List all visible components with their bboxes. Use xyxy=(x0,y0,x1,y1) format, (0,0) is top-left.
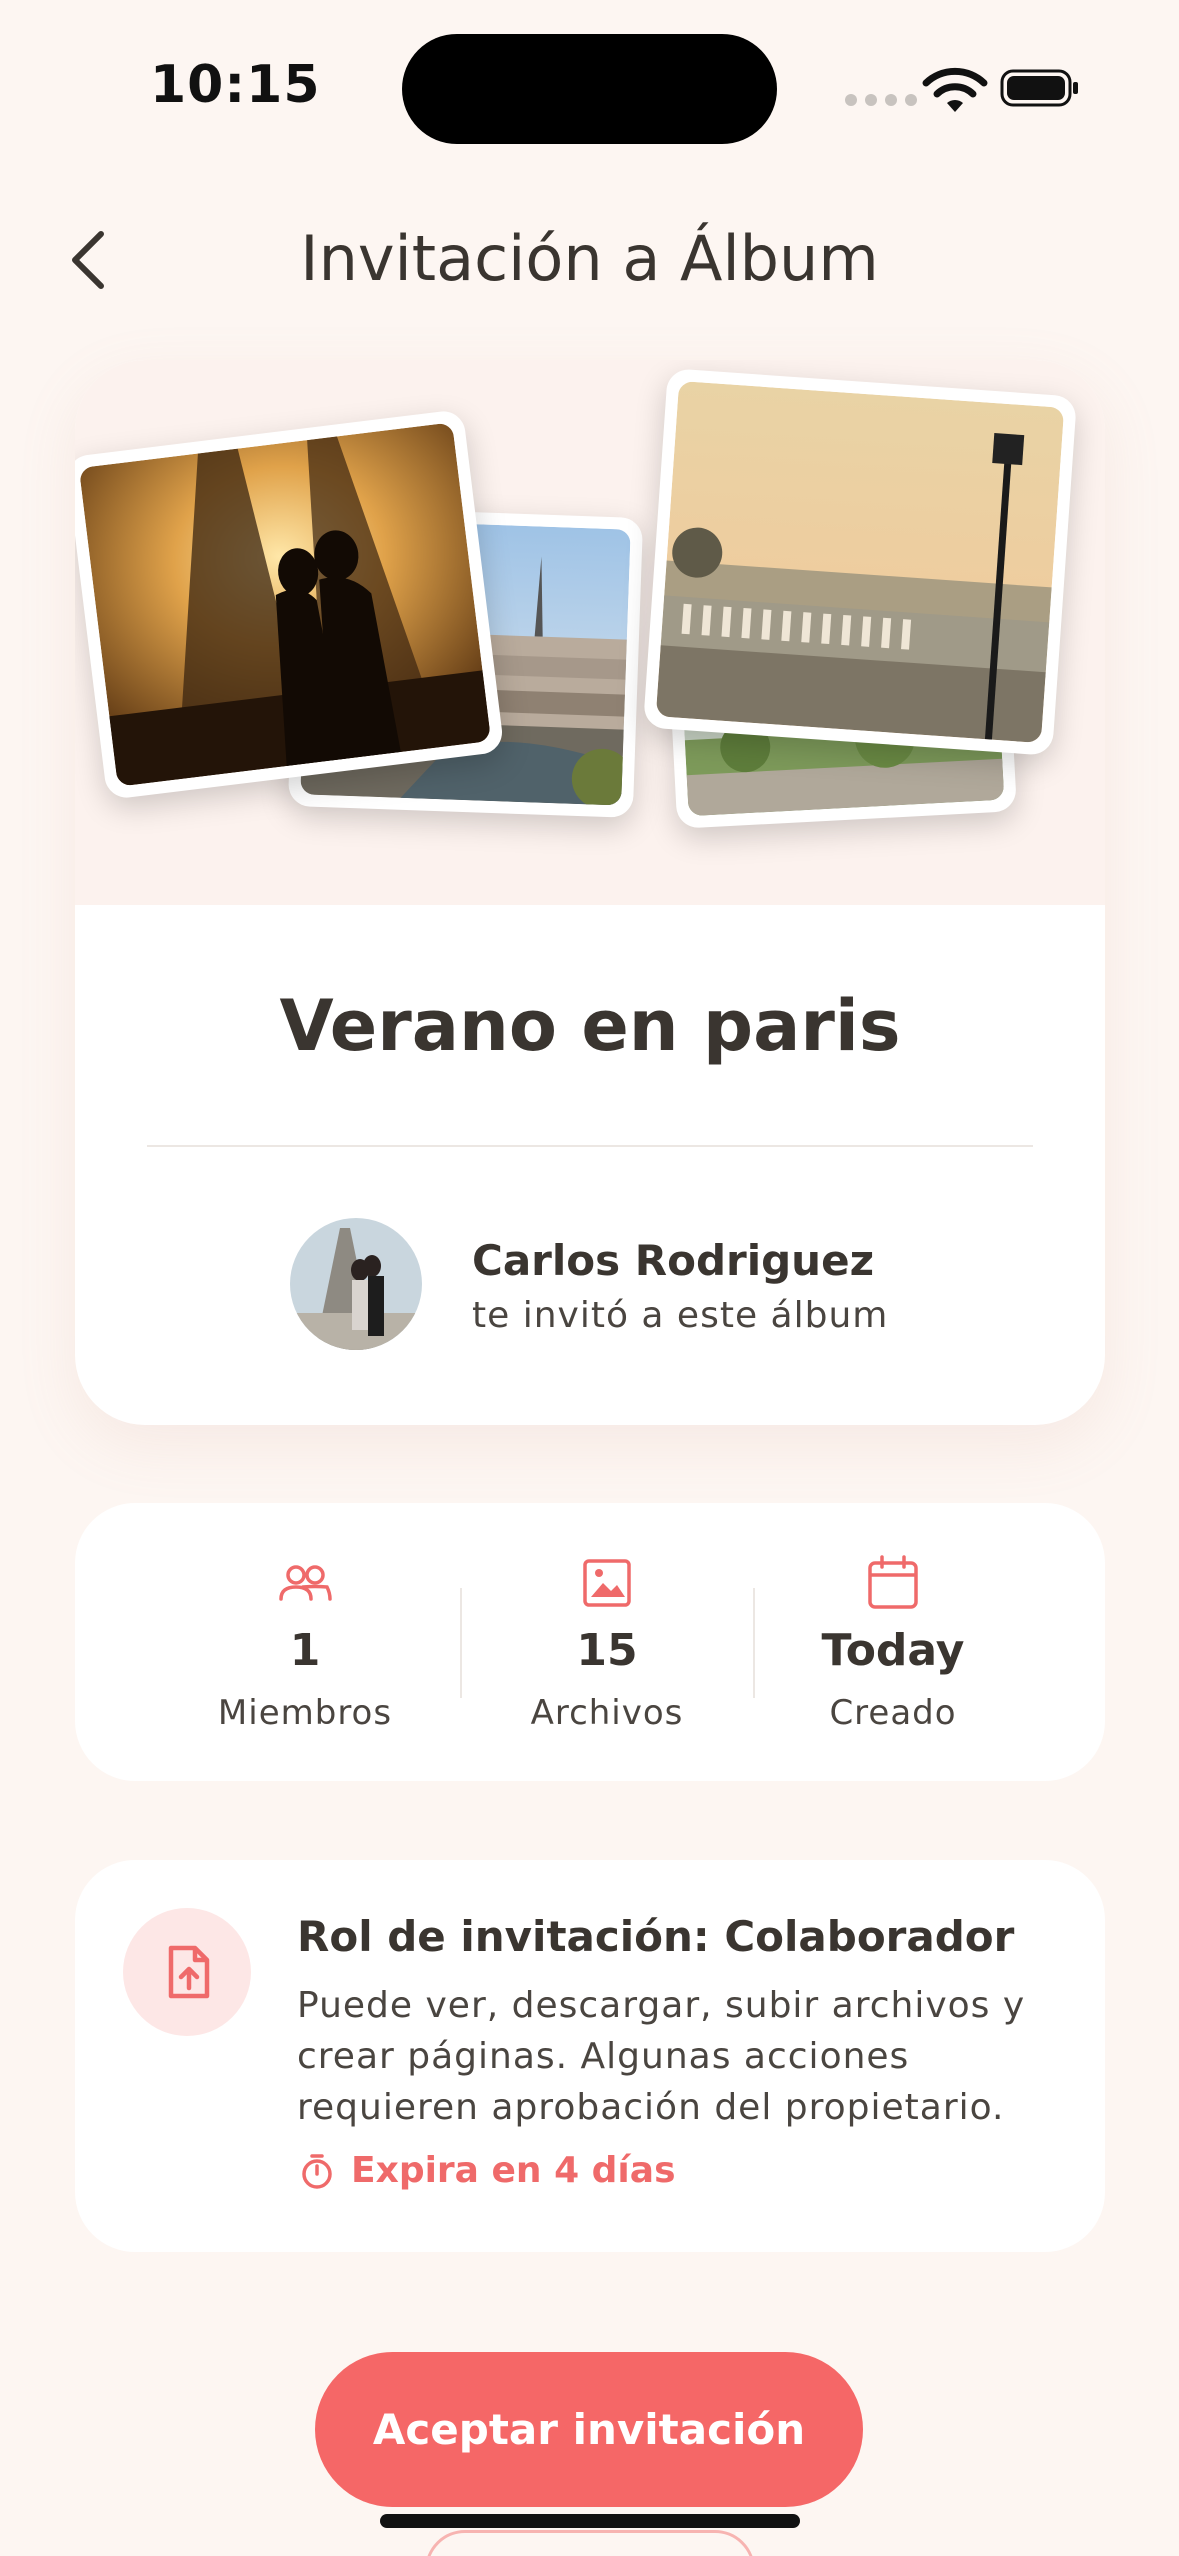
invitation-role-card: Rol de invitación: Colaborador Puede ver… xyxy=(75,1860,1105,2252)
expiry-text: Expira en 4 días xyxy=(351,2150,676,2191)
inviter-avatar xyxy=(290,1218,422,1350)
wifi-icon xyxy=(922,67,988,112)
dynamic-island xyxy=(402,34,777,144)
album-photo-bridge-lamp xyxy=(642,368,1078,756)
page-title: Invitación a Álbum xyxy=(300,222,879,295)
album-stats-card: 1 Miembros 15 Archivos Today Creado xyxy=(75,1503,1105,1781)
stat-created-label: Creado xyxy=(829,1693,957,1733)
cellular-signal-icon xyxy=(845,94,917,106)
accept-invitation-button[interactable]: Aceptar invitación xyxy=(315,2352,863,2507)
stat-files: 15 Archivos xyxy=(457,1503,757,1781)
stat-members: 1 Miembros xyxy=(155,1503,455,1781)
calendar-icon xyxy=(868,1555,918,1609)
stat-members-label: Miembros xyxy=(217,1693,393,1733)
secondary-button[interactable] xyxy=(425,2530,755,2556)
role-title: Rol de invitación: Colaborador xyxy=(297,1912,1015,1961)
role-icon-container xyxy=(123,1908,251,2036)
stat-members-value: 1 xyxy=(289,1625,321,1676)
members-icon xyxy=(279,1565,332,1601)
inviter-name: Carlos Rodriguez xyxy=(472,1236,875,1285)
inviter-subtitle: te invitó a este álbum xyxy=(472,1295,889,1336)
album-photo-couple-silhouette xyxy=(75,408,505,801)
album-card: Verano en paris Carlos Rodriguez te invi… xyxy=(75,360,1105,1425)
divider xyxy=(147,1145,1033,1147)
timer-icon xyxy=(302,2153,332,2189)
stat-files-label: Archivos xyxy=(530,1693,684,1733)
stat-created: Today Creado xyxy=(743,1503,1043,1781)
stat-created-value: Today xyxy=(821,1625,965,1676)
image-icon xyxy=(583,1559,631,1607)
role-description: Puede ver, descargar, subir archivos y c… xyxy=(297,1985,1026,2128)
album-name: Verano en paris xyxy=(279,985,901,1067)
home-indicator xyxy=(380,2514,800,2528)
status-time: 10:15 xyxy=(150,55,321,115)
stat-files-value: 15 xyxy=(576,1625,638,1676)
album-photo-collage xyxy=(75,360,1105,905)
battery-icon xyxy=(1000,69,1078,107)
expiry-info: Expira en 4 días xyxy=(297,2150,676,2191)
file-upload-icon xyxy=(168,1945,210,1999)
